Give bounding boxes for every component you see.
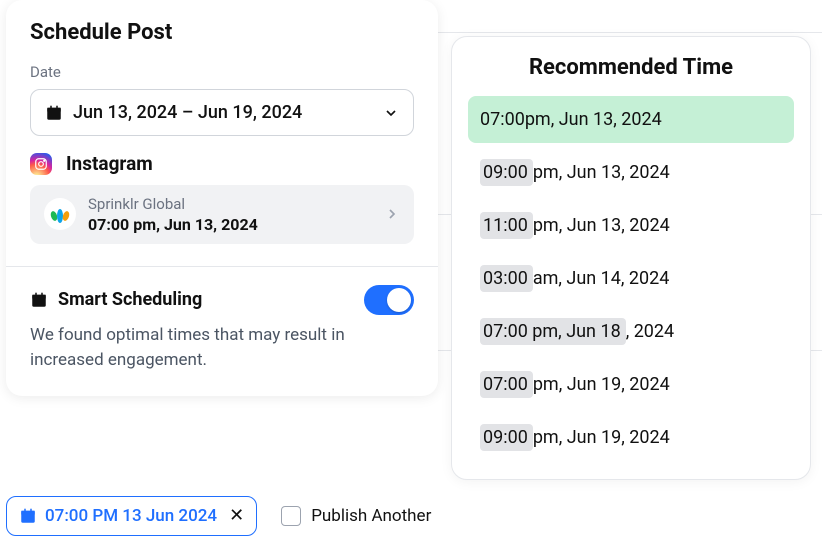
publish-another-checkbox[interactable] xyxy=(281,506,301,526)
divider xyxy=(6,266,438,267)
time-rest: am, Jun 14, 2024 xyxy=(533,268,670,289)
time-prefix: 03:00 xyxy=(480,265,533,292)
publish-another-option[interactable]: Publish Another xyxy=(281,506,431,526)
time-rest: pm, Jun 13, 2024 xyxy=(533,162,670,183)
recommended-time-item[interactable]: 07:00 pm, Jun 18, 2024 xyxy=(468,308,794,355)
recommended-time-panel: Recommended Time 07:00 pm, Jun 13, 20240… xyxy=(451,36,811,480)
time-prefix: 11:00 xyxy=(480,212,533,239)
calendar-icon xyxy=(45,104,63,122)
chip-time-text: 07:00 PM 13 Jun 2024 xyxy=(45,506,217,526)
schedule-post-panel: Schedule Post Date Jun 13, 2024 – Jun 19… xyxy=(6,0,438,396)
panel-title: Schedule Post xyxy=(30,20,414,45)
date-range-text: Jun 13, 2024 – Jun 19, 2024 xyxy=(73,102,302,123)
time-rest: pm, Jun 13, 2024 xyxy=(533,215,670,236)
time-rest: pm, Jun 19, 2024 xyxy=(533,374,670,395)
close-icon[interactable]: ✕ xyxy=(229,507,244,525)
chevron-down-icon xyxy=(383,105,399,121)
time-prefix: 07:00 xyxy=(480,106,525,133)
smart-scheduling-toggle[interactable] xyxy=(364,285,414,315)
time-prefix: 07:00 pm, Jun 18 xyxy=(480,318,626,345)
time-prefix: 07:00 xyxy=(480,371,533,398)
time-rest: , 2024 xyxy=(626,321,674,342)
account-name: Sprinklr Global xyxy=(88,195,372,215)
platform-name: Instagram xyxy=(66,152,153,175)
sprinklr-logo-icon xyxy=(44,198,76,230)
footer-bar: 07:00 PM 13 Jun 2024 ✕ Publish Another xyxy=(6,496,431,536)
date-range-picker[interactable]: Jun 13, 2024 – Jun 19, 2024 xyxy=(30,89,414,136)
recommended-time-item[interactable]: 07:00 pm, Jun 13, 2024 xyxy=(468,96,794,143)
scheduled-time-chip[interactable]: 07:00 PM 13 Jun 2024 ✕ xyxy=(6,496,257,536)
recommended-time-item[interactable]: 07:00 pm, Jun 19, 2024 xyxy=(468,361,794,408)
recommended-title: Recommended Time xyxy=(468,55,794,80)
account-scheduled-time: 07:00 pm, Jun 13, 2024 xyxy=(88,215,372,234)
chevron-right-icon xyxy=(384,206,400,222)
account-card[interactable]: Sprinklr Global 07:00 pm, Jun 13, 2024 xyxy=(30,185,414,244)
calendar-icon xyxy=(30,291,48,309)
recommended-time-item[interactable]: 03:00 am, Jun 14, 2024 xyxy=(468,255,794,302)
publish-another-label: Publish Another xyxy=(311,506,431,526)
time-rest: pm, Jun 19, 2024 xyxy=(533,427,670,448)
calendar-icon xyxy=(19,507,37,525)
recommended-time-item[interactable]: 11:00 pm, Jun 13, 2024 xyxy=(468,202,794,249)
smart-scheduling-desc: We found optimal times that may result i… xyxy=(30,323,414,374)
recommended-time-item[interactable]: 09:00 pm, Jun 13, 2024 xyxy=(468,149,794,196)
smart-scheduling-title: Smart Scheduling xyxy=(58,289,354,310)
time-rest: pm, Jun 13, 2024 xyxy=(525,109,662,130)
instagram-icon xyxy=(30,153,52,175)
time-prefix: 09:00 xyxy=(480,159,533,186)
date-label: Date xyxy=(30,63,414,81)
recommended-time-item[interactable]: 09:00 pm, Jun 19, 2024 xyxy=(468,414,794,461)
platform-row: Instagram xyxy=(30,152,414,175)
time-prefix: 09:00 xyxy=(480,424,533,451)
